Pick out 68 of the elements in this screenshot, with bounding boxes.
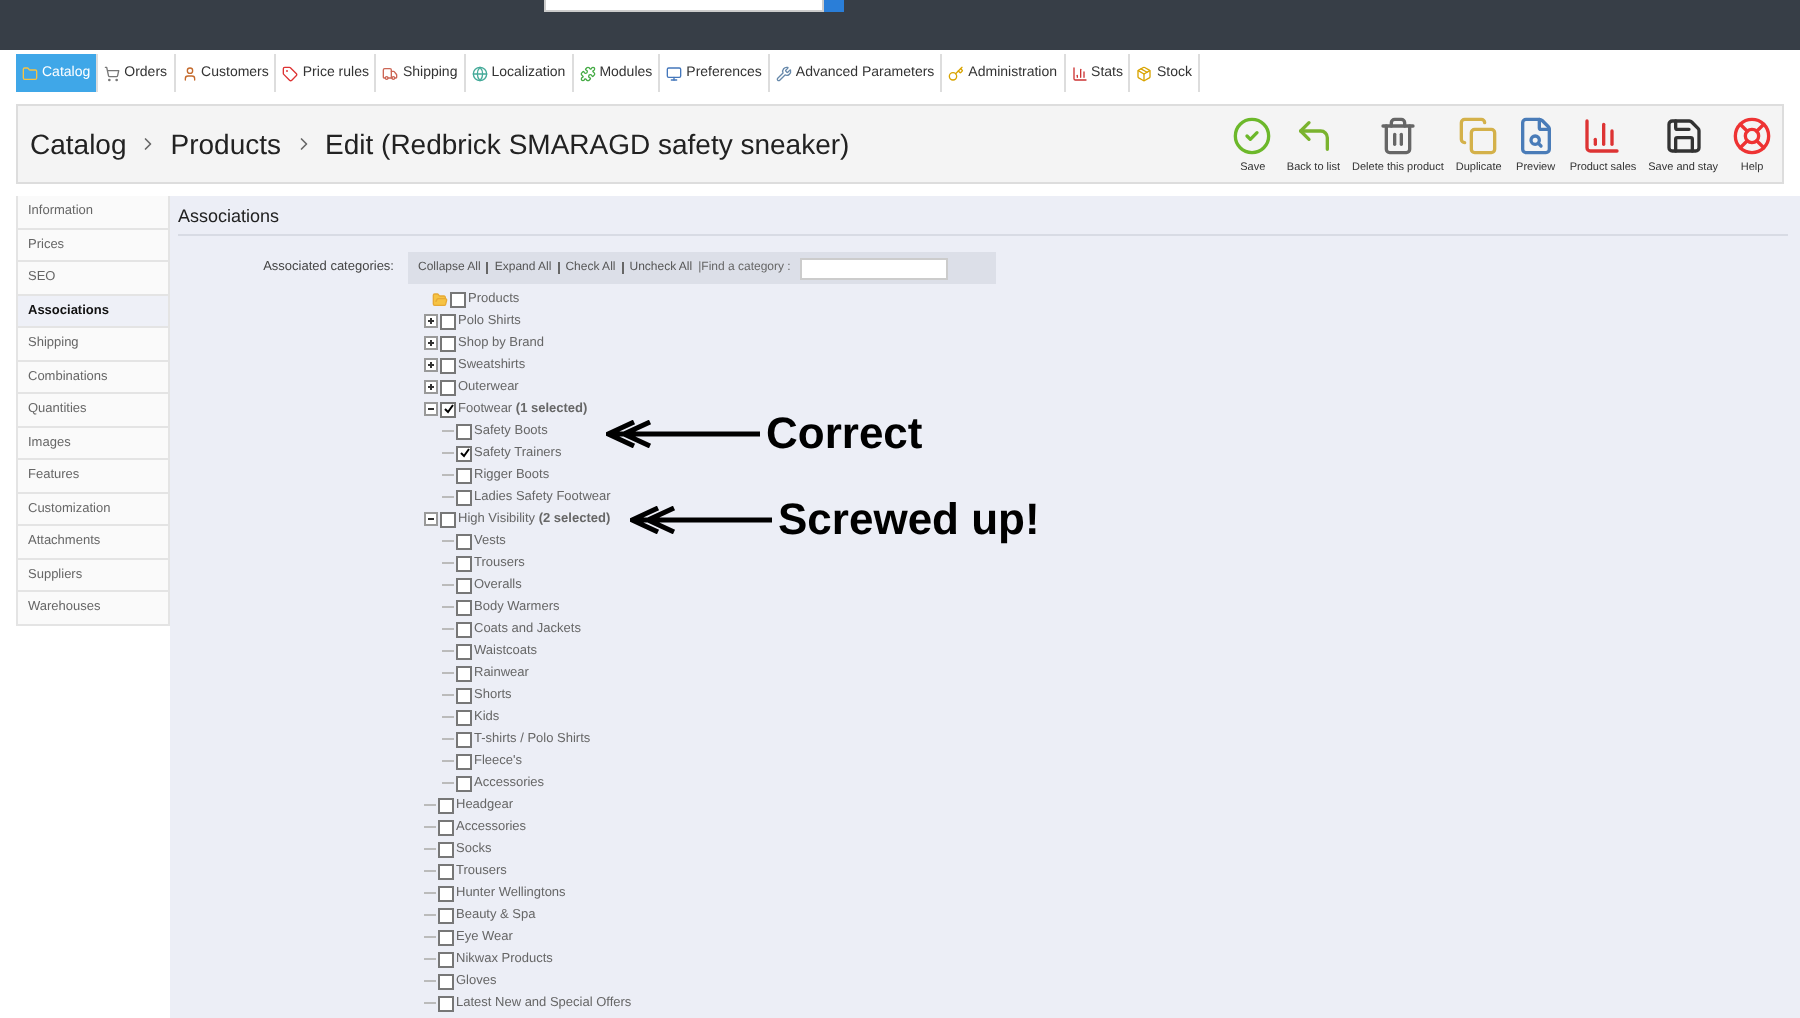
checkbox[interactable] [440,379,456,395]
trash-icon [1377,115,1418,155]
checkbox[interactable] [456,599,472,615]
bar-chart-icon [1071,65,1088,81]
checkbox[interactable] [456,533,472,549]
breadcrumb-item: Edit (Redbrick SMARAGD safety sneaker) [325,128,850,160]
checkbox[interactable] [438,841,454,857]
collapse-toggle[interactable] [424,402,438,416]
checkbox[interactable] [456,489,472,505]
checkbox[interactable] [438,995,454,1011]
copy-icon [1458,115,1499,155]
checkbox[interactable] [456,467,472,483]
key-icon [948,65,965,81]
search-field[interactable] [544,0,824,12]
help-icon [1732,115,1772,155]
cart-icon [104,65,121,81]
back-arrow-icon [1293,115,1334,155]
checkbox[interactable] [456,577,472,593]
folder-icon [22,65,38,81]
wrench-icon [775,65,792,81]
pointer-arrow [630,506,774,534]
checkbox[interactable] [438,973,454,989]
checkbox[interactable] [456,643,472,659]
expand-toggle[interactable] [424,358,438,372]
checkbox[interactable] [456,753,472,769]
tag-icon [282,65,299,81]
checkbox[interactable] [456,555,472,571]
checkbox[interactable] [440,511,456,527]
breadcrumb-item[interactable]: Products [170,128,282,160]
checkbox[interactable] [440,401,456,417]
checkbox[interactable] [438,819,454,835]
section-title: Associations [178,206,1788,236]
checkbox[interactable] [440,357,456,373]
checkbox[interactable] [456,423,472,439]
checkbox[interactable] [456,731,472,747]
breadcrumb-item[interactable]: Catalog [30,128,127,160]
folder-icon [432,291,448,307]
monitor-icon [666,65,683,81]
checkbox[interactable] [440,313,456,329]
expand-toggle[interactable] [424,380,438,394]
checkbox[interactable] [456,621,472,637]
collapse-toggle[interactable] [424,512,438,526]
save-icon [1232,115,1273,155]
annotation-text: Correct [766,408,923,460]
checkbox[interactable] [438,863,454,879]
checkbox[interactable] [456,687,472,703]
expand-toggle[interactable] [424,336,438,350]
annotation-text: Screwed up! [778,494,1040,546]
checkbox[interactable] [456,445,472,461]
bar-chart-icon [1582,115,1623,155]
checkbox[interactable] [438,929,454,945]
find-category-field[interactable] [800,257,949,279]
globe-icon [471,65,488,81]
expand-toggle[interactable] [424,314,438,328]
person-icon [181,65,198,81]
checkbox[interactable] [450,291,466,307]
checkbox[interactable] [440,335,456,351]
puzzle-icon [579,65,596,81]
checkbox[interactable] [438,907,454,923]
checkbox[interactable] [456,665,472,681]
checkbox[interactable] [438,885,454,901]
package-icon [1136,65,1153,81]
checkbox[interactable] [456,775,472,791]
checkbox[interactable] [456,709,472,725]
checkbox[interactable] [438,951,454,967]
preview-icon [1515,115,1556,155]
checkbox[interactable] [438,797,454,813]
truck-icon [382,65,399,81]
